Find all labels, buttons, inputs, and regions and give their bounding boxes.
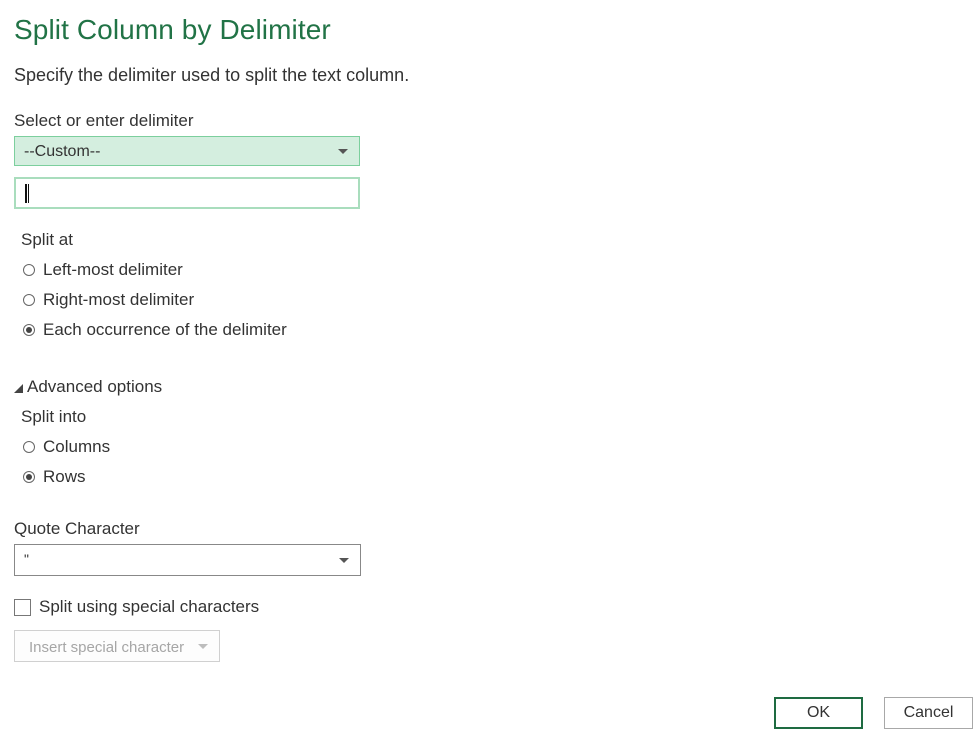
radio-button[interactable] bbox=[23, 441, 35, 453]
split-into-label: Split into bbox=[21, 407, 87, 426]
ok-button[interactable]: OK bbox=[774, 697, 863, 729]
advanced-options-toggle[interactable]: Advanced options bbox=[14, 377, 162, 397]
radio-label: Right-most delimiter bbox=[43, 290, 195, 309]
quote-character-dropdown[interactable]: " bbox=[14, 544, 361, 576]
advanced-options-label: Advanced options bbox=[27, 377, 163, 396]
quote-character-label: Quote Character bbox=[14, 519, 140, 538]
radio-button-selected[interactable] bbox=[23, 324, 35, 336]
triangle-expanded-icon bbox=[14, 383, 23, 393]
custom-delimiter-value bbox=[28, 184, 29, 203]
dialog-title: Split Column by Delimiter bbox=[14, 14, 331, 45]
radio-columns[interactable]: Columns bbox=[23, 437, 110, 457]
radio-left-most-delimiter[interactable]: Left-most delimiter bbox=[23, 260, 183, 280]
chevron-down-icon bbox=[198, 644, 208, 649]
chevron-down-icon bbox=[338, 149, 348, 154]
cancel-button[interactable]: Cancel bbox=[884, 697, 973, 729]
split-at-label: Split at bbox=[21, 230, 73, 249]
delimiter-dropdown[interactable]: --Custom-- bbox=[14, 136, 360, 166]
radio-label: Columns bbox=[43, 437, 111, 456]
special-characters-option[interactable]: Split using special characters bbox=[14, 597, 259, 617]
radio-right-most-delimiter[interactable]: Right-most delimiter bbox=[23, 290, 194, 310]
quote-character-value: " bbox=[24, 551, 29, 567]
delimiter-label: Select or enter delimiter bbox=[14, 111, 194, 130]
insert-special-character-button[interactable]: Insert special character bbox=[14, 630, 220, 662]
radio-button[interactable] bbox=[23, 294, 35, 306]
radio-label: Left-most delimiter bbox=[43, 260, 183, 279]
radio-button[interactable] bbox=[23, 264, 35, 276]
radio-each-occurrence[interactable]: Each occurrence of the delimiter bbox=[23, 320, 287, 340]
radio-label: Each occurrence of the delimiter bbox=[43, 320, 287, 339]
delimiter-selected-value: --Custom-- bbox=[24, 143, 101, 160]
radio-button-selected[interactable] bbox=[23, 471, 35, 483]
custom-delimiter-input[interactable] bbox=[14, 177, 360, 209]
dialog-description: Specify the delimiter used to split the … bbox=[14, 65, 410, 85]
special-characters-checkbox[interactable] bbox=[14, 598, 31, 616]
radio-rows[interactable]: Rows bbox=[23, 467, 86, 487]
chevron-down-icon bbox=[339, 558, 349, 563]
insert-special-character-label: Insert special character bbox=[29, 639, 185, 656]
special-characters-label: Split using special characters bbox=[39, 597, 260, 616]
text-cursor bbox=[25, 184, 27, 203]
radio-label: Rows bbox=[43, 467, 86, 486]
